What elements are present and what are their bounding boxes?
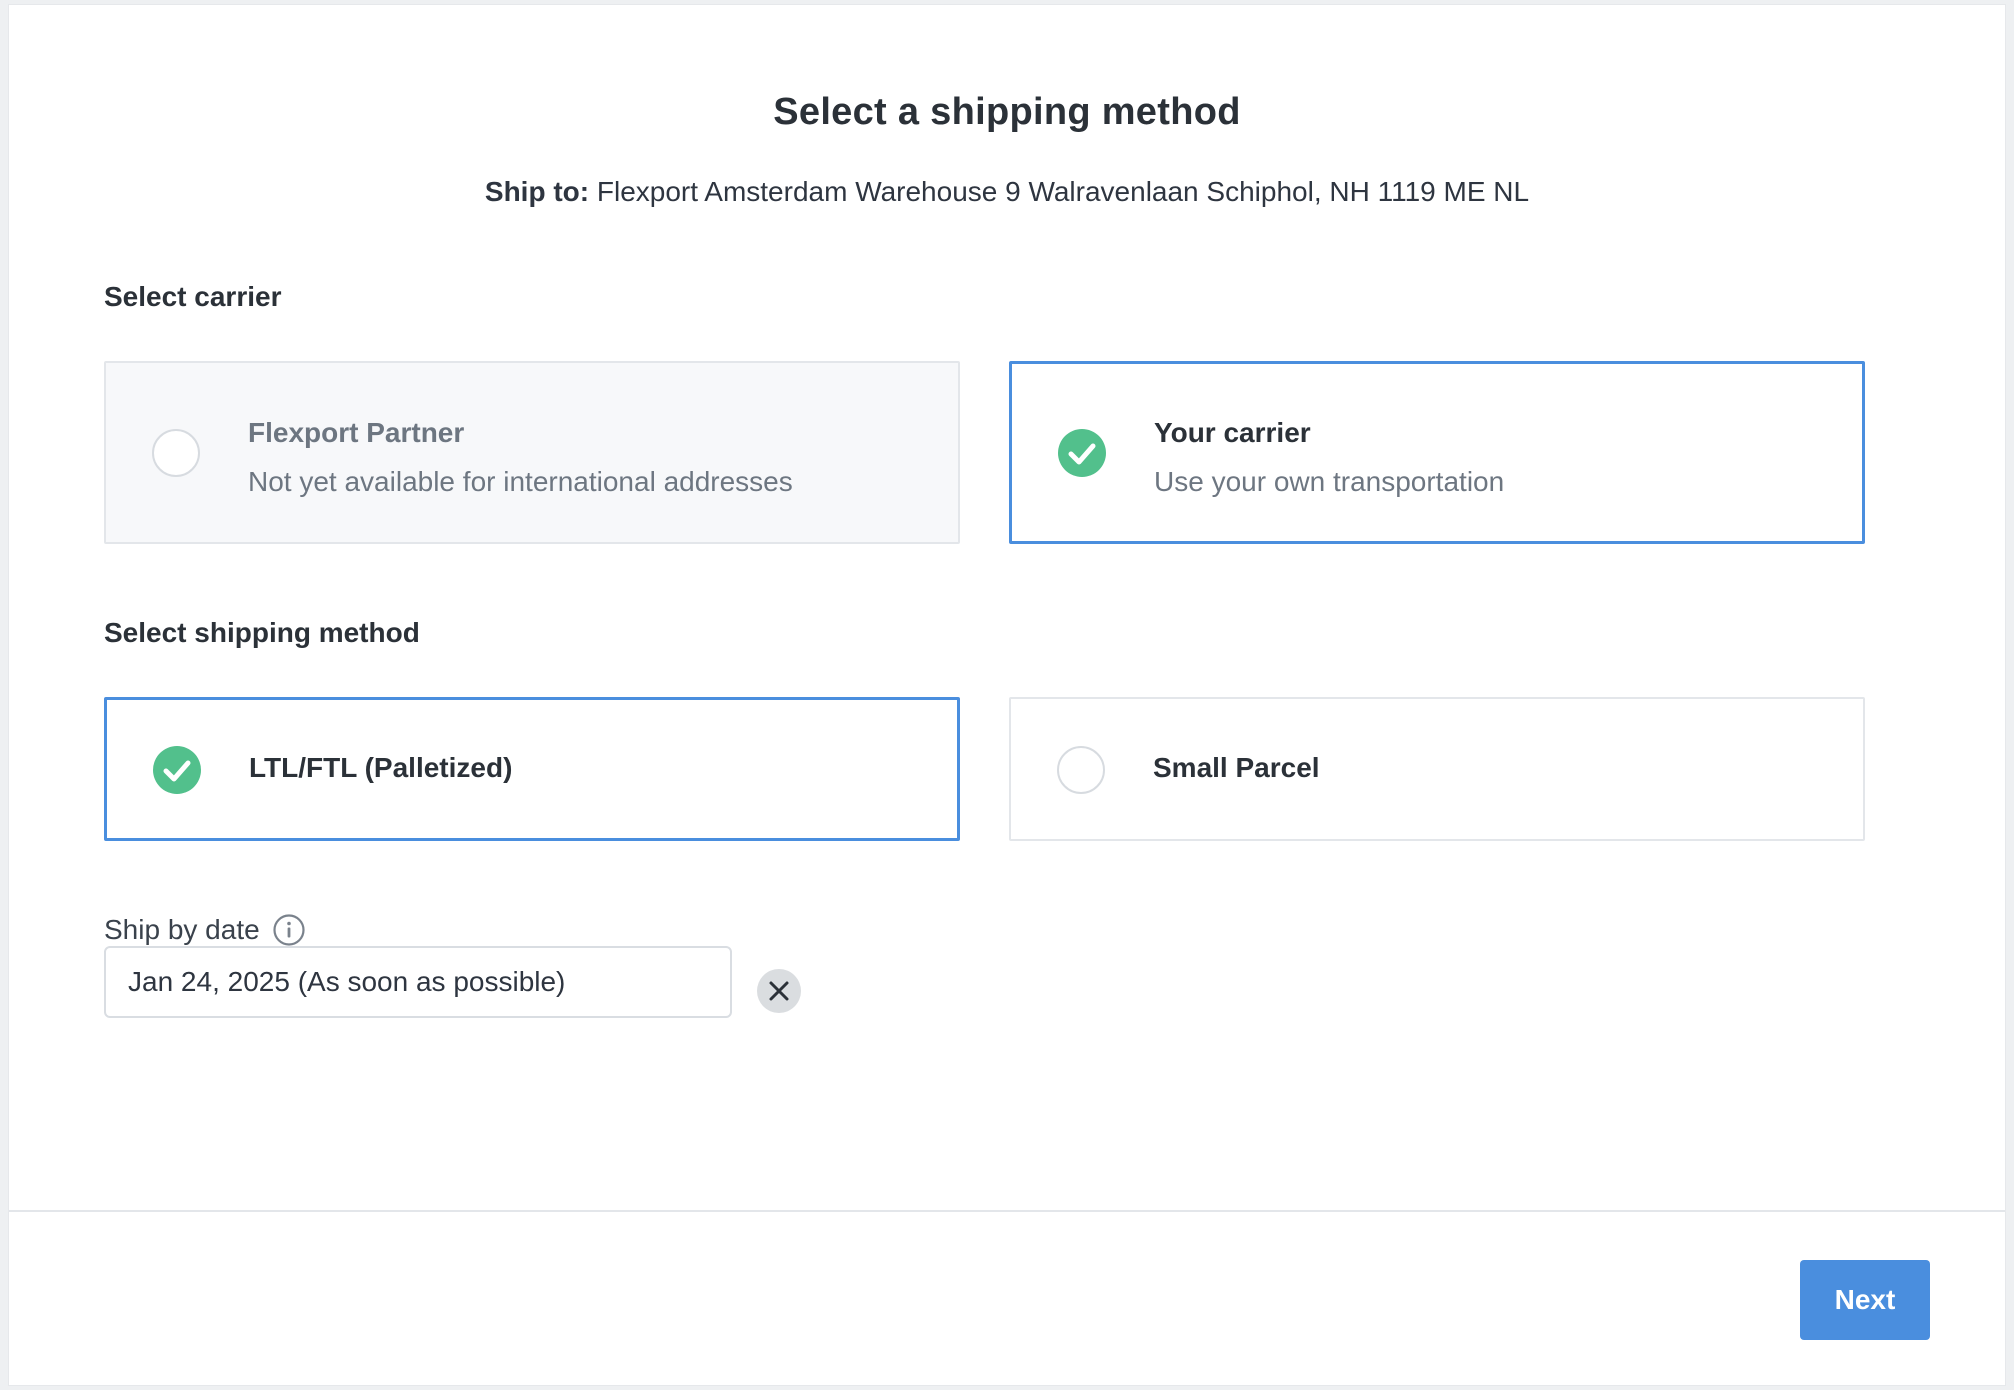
select-carrier-heading: Select carrier <box>104 281 282 312</box>
radio-unchecked-icon <box>1057 746 1105 794</box>
check-circle-icon <box>1058 429 1106 477</box>
method-option-title: LTL/FTL (Palletized) <box>249 752 513 783</box>
carrier-option-title: Your carrier <box>1154 417 1311 448</box>
check-circle-icon <box>153 746 201 794</box>
info-icon[interactable] <box>272 913 306 947</box>
ship-to-line: Ship to: Flexport Amsterdam Warehouse 9 … <box>9 176 2005 208</box>
ship-by-date-label: Ship by date <box>104 914 260 945</box>
page-title: Select a shipping method <box>773 91 1241 133</box>
select-shipping-method-heading: Select shipping method <box>104 617 420 648</box>
carrier-option-your-carrier[interactable]: Your carrier Use your own transportation <box>1009 361 1865 544</box>
close-icon <box>769 981 789 1001</box>
ship-to-address: Flexport Amsterdam Warehouse 9 Walravenl… <box>596 176 1530 207</box>
radio-unchecked-icon <box>152 429 200 477</box>
method-option-title: Small Parcel <box>1153 752 1320 783</box>
shipping-method-panel: Select a shipping method Ship to: Flexpo… <box>8 4 2006 1386</box>
ship-by-date-label-row: Ship by date <box>104 913 306 947</box>
method-option-small-parcel[interactable]: Small Parcel <box>1009 697 1865 841</box>
method-option-ltl-ftl[interactable]: LTL/FTL (Palletized) <box>104 697 960 841</box>
carrier-option-flexport-partner: Flexport Partner Not yet available for i… <box>104 361 960 544</box>
ship-to-label: Ship to: <box>484 176 590 207</box>
footer-divider <box>9 1210 2005 1212</box>
clear-date-button[interactable] <box>757 969 801 1013</box>
carrier-option-title: Flexport Partner <box>248 417 465 448</box>
next-button[interactable]: Next <box>1800 1260 1930 1340</box>
carrier-option-subtitle: Not yet available for international addr… <box>248 466 793 497</box>
carrier-option-subtitle: Use your own transportation <box>1154 466 1505 497</box>
ship-by-date-input[interactable] <box>104 946 732 1018</box>
